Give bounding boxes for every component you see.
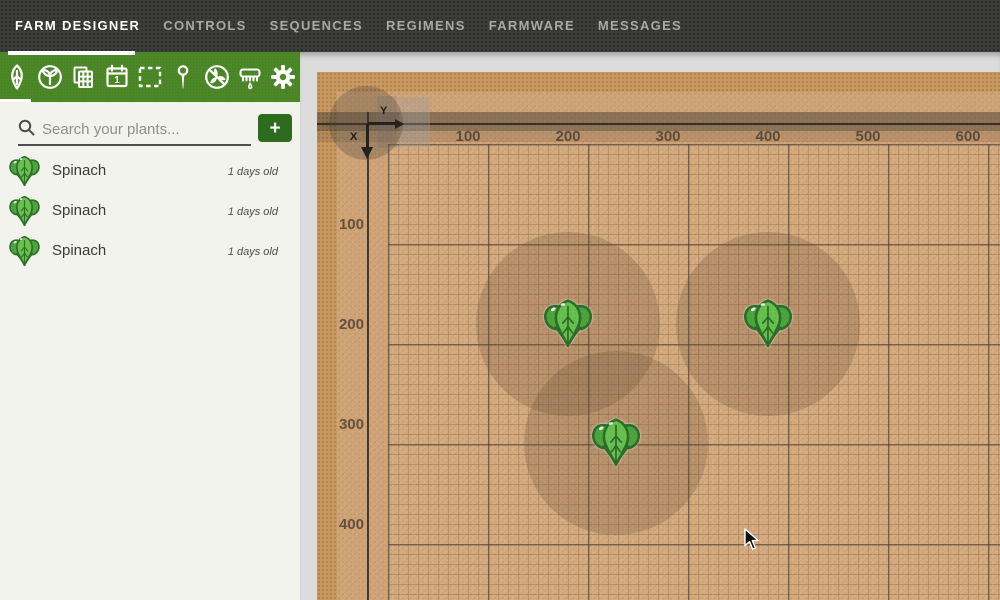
farmbot-app: FARM DESIGNER CONTROLS SEQUENCES REGIMEN…	[0, 0, 1000, 600]
nav-item-farm-designer[interactable]: FARM DESIGNER	[15, 0, 140, 52]
axis-label: 100	[319, 216, 364, 233]
plant-list: Spinach 1 days old Spinach 1 days old Sp…	[0, 152, 300, 272]
points-icon[interactable]	[168, 62, 198, 92]
map-plant-spinach[interactable]	[742, 298, 794, 350]
axis-label: 300	[319, 416, 364, 433]
y-axis-arrow	[368, 122, 396, 125]
axis-label: 400	[319, 516, 364, 533]
add-plant-button[interactable]: +	[258, 114, 292, 142]
search-icon	[18, 119, 35, 141]
nav-item-messages[interactable]: MESSAGES	[598, 0, 682, 52]
garden-bed	[337, 92, 1000, 600]
plant-list-item[interactable]: Spinach 1 days old	[0, 192, 300, 232]
search-input[interactable]	[40, 115, 249, 143]
gardens-icon[interactable]	[68, 62, 98, 92]
spinach-icon	[8, 195, 41, 233]
plant-name: Spinach	[52, 202, 106, 219]
y-axis-label: Y	[380, 105, 387, 117]
y-axis-arrowhead	[395, 119, 404, 129]
plant-name: Spinach	[52, 242, 106, 259]
plant-age: 1 days old	[228, 246, 278, 258]
axis-label: 200	[319, 316, 364, 333]
plants-icon[interactable]	[2, 62, 32, 92]
nav-item-farmware[interactable]: FARMWARE	[489, 0, 575, 52]
plant-search-row: +	[0, 108, 300, 152]
weeds-icon[interactable]	[202, 62, 232, 92]
garden-map[interactable]: 100 200 300 400 500 600 100 200 300 400	[317, 72, 1000, 600]
active-tab-underline	[8, 51, 135, 55]
axis-label: 400	[738, 128, 798, 145]
x-axis-label: X	[350, 131, 357, 143]
events-day-number: 1	[114, 75, 120, 86]
top-navbar: FARM DESIGNER CONTROLS SEQUENCES REGIMEN…	[0, 0, 1000, 52]
axis-label: 500	[838, 128, 898, 145]
nav-items: FARM DESIGNER CONTROLS SEQUENCES REGIMEN…	[0, 0, 682, 52]
nav-item-sequences[interactable]: SEQUENCES	[270, 0, 363, 52]
map-plant-spinach[interactable]	[590, 417, 642, 469]
settings-icon[interactable]	[268, 62, 298, 92]
plant-list-item[interactable]: Spinach 1 days old	[0, 152, 300, 192]
garden-map-region: 100 200 300 400 500 600 100 200 300 400	[300, 52, 1000, 600]
map-plant-spinach[interactable]	[542, 298, 594, 350]
axis-label: 200	[538, 128, 598, 145]
designer-toolbar: 1	[0, 52, 300, 102]
spinach-icon	[8, 155, 41, 193]
events-icon[interactable]: 1	[102, 62, 132, 92]
search-underline	[18, 144, 251, 146]
plant-name: Spinach	[52, 162, 106, 179]
plant-age: 1 days old	[228, 206, 278, 218]
zones-icon[interactable]	[135, 62, 165, 92]
nav-item-regimens[interactable]: REGIMENS	[386, 0, 466, 52]
axis-label: 600	[938, 128, 998, 145]
plant-age: 1 days old	[228, 166, 278, 178]
spinach-icon	[8, 235, 41, 273]
x-axis-arrow	[366, 124, 369, 148]
irrigation-icon[interactable]	[235, 62, 265, 92]
plant-list-item[interactable]: Spinach 1 days old	[0, 232, 300, 272]
axis-label: 100	[438, 128, 498, 145]
active-tool-underline	[0, 99, 31, 102]
sidebar-panel: 1	[0, 52, 300, 600]
y-axis-line	[367, 112, 369, 600]
crops-icon[interactable]	[35, 62, 65, 92]
x-axis-arrowhead	[361, 147, 373, 159]
nav-item-controls[interactable]: CONTROLS	[163, 0, 246, 52]
axis-label: 300	[638, 128, 698, 145]
